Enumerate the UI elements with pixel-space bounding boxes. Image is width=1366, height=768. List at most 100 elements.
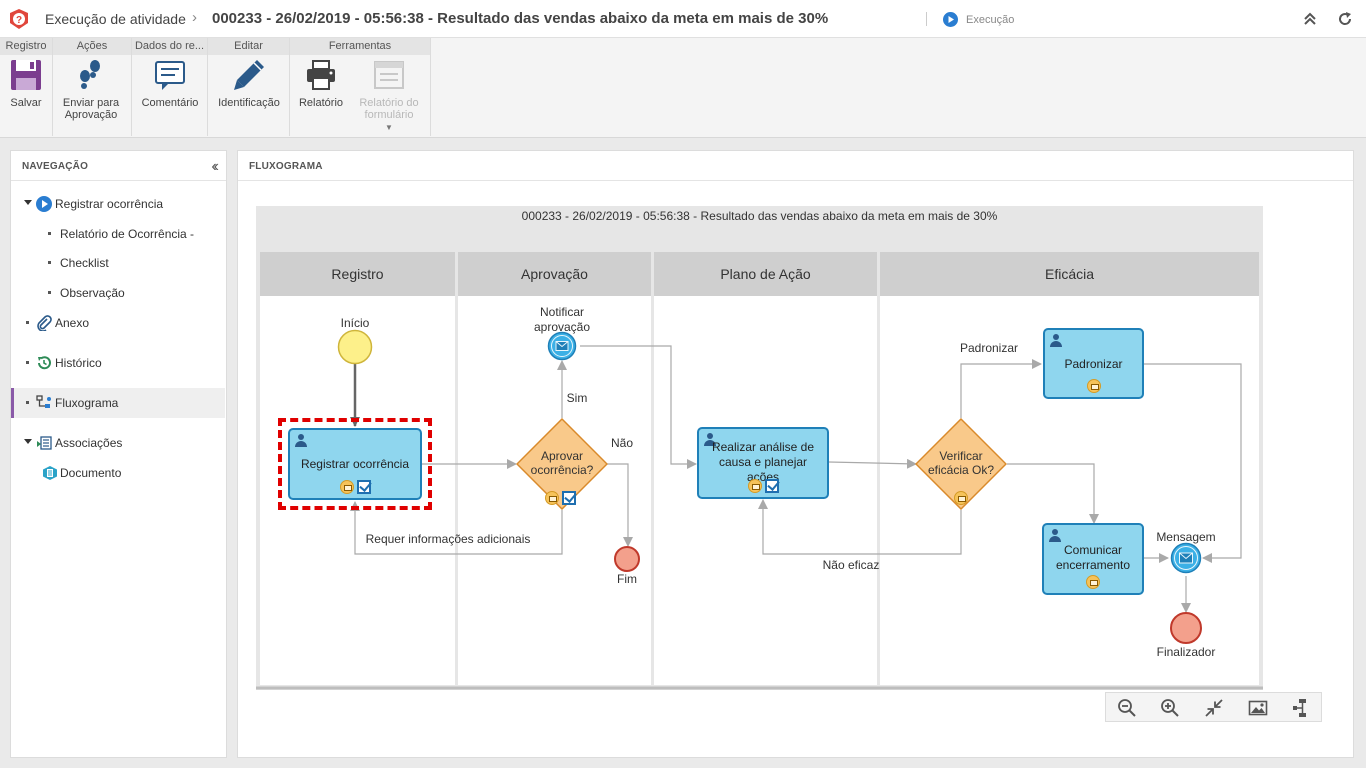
identification-button[interactable]: Identificação <box>212 58 286 109</box>
zoom-in-icon[interactable] <box>1160 698 1180 718</box>
nav-label: Documento <box>60 466 122 480</box>
start-event-label: Início <box>340 316 370 330</box>
bullet-icon <box>48 232 51 235</box>
layout-icon[interactable] <box>1292 698 1312 718</box>
message-event-notificar[interactable] <box>547 331 577 361</box>
user-icon <box>1050 334 1062 347</box>
flowchart-title: FLUXOGRAMA <box>238 151 1353 181</box>
form-report-label-2: formulário <box>364 109 414 121</box>
nav-label: Fluxograma <box>55 396 119 410</box>
bullet-icon <box>48 261 51 264</box>
bullet-icon <box>26 401 29 404</box>
task-padronizar[interactable]: Padronizar <box>1043 328 1144 399</box>
task-badges <box>699 478 827 494</box>
gateway-badges <box>545 489 576 507</box>
comment-icon <box>155 61 185 90</box>
dropdown-caret-icon: ▼ <box>385 123 393 132</box>
printer-icon <box>307 60 335 90</box>
end-event-finalizador[interactable] <box>1169 611 1203 645</box>
form-report-button[interactable]: Relatório do formulário ▼ <box>354 58 424 134</box>
status-label: Execução <box>966 14 1015 26</box>
zoom-out-icon[interactable] <box>1117 698 1137 718</box>
refresh-icon[interactable] <box>1336 10 1354 28</box>
nav-item-associacoes[interactable]: Associações <box>11 428 225 458</box>
message-event-mensagem[interactable] <box>1170 542 1202 574</box>
save-icon <box>11 60 41 90</box>
expand-caret-icon[interactable] <box>24 439 32 444</box>
nav-label: Associações <box>55 436 123 450</box>
nav-item-observacao[interactable]: Observação <box>11 278 225 308</box>
form-icon <box>954 490 968 505</box>
fit-screen-icon[interactable] <box>1204 698 1224 718</box>
ribbon-divider <box>131 38 132 136</box>
ribbon-group-dados: Dados do re... <box>132 38 207 55</box>
nav-label: Registrar ocorrência <box>55 197 164 211</box>
associations-icon <box>37 436 52 450</box>
footsteps-icon <box>80 60 100 89</box>
ribbon-group-registro: Registro <box>0 38 52 55</box>
ribbon-group-ferramentas: Ferramentas <box>290 38 430 55</box>
form-icon <box>1086 378 1101 393</box>
task-realizar-analise[interactable]: Realizar análise de causa e planejar açõ… <box>697 427 829 499</box>
play-icon <box>943 12 958 27</box>
ribbon-toolbar: Registro Ações Dados do re... Editar Fer… <box>0 38 1366 138</box>
nav-item-registrar[interactable]: Registrar ocorrência <box>11 189 225 219</box>
edge-label-nao-eficaz: Não eficaz <box>822 558 880 572</box>
expand-caret-icon[interactable] <box>24 200 32 205</box>
gateway-aprovar-label: Aprovar ocorrência? <box>530 449 594 477</box>
save-button[interactable]: Salvar <box>4 58 48 109</box>
task-registrar-ocorrencia[interactable]: Registrar ocorrência <box>288 428 422 500</box>
user-icon <box>295 434 307 447</box>
comment-button[interactable]: Comentário <box>136 58 204 109</box>
ribbon-divider <box>207 38 208 136</box>
record-title: 000233 - 26/02/2019 - 05:56:38 - Resulta… <box>212 10 829 27</box>
report-label: Relatório <box>298 97 344 109</box>
task-comunicar-encerramento[interactable]: Comunicar encerramento <box>1042 523 1144 595</box>
collapse-up-icon[interactable] <box>1301 10 1319 28</box>
nav-label: Checklist <box>60 256 109 270</box>
ribbon-divider <box>289 38 290 136</box>
end-event-fim-label: Fim <box>617 572 637 586</box>
navigation-title: NAVEGAÇÃO <box>11 151 226 181</box>
nav-item-relatorio[interactable]: Relatório de Ocorrência - <box>11 219 225 249</box>
edge-label-requer: Requer informações adicionais <box>365 532 531 546</box>
nav-label: Anexo <box>55 316 90 330</box>
start-event[interactable] <box>337 329 373 365</box>
nav-item-fluxograma[interactable]: Fluxograma <box>11 388 225 418</box>
task-label: Registrar ocorrência <box>300 456 410 471</box>
flowchart-diagram: 000233 - 26/02/2019 - 05:56:38 - Resulta… <box>256 206 1263 690</box>
gateway-badges <box>954 489 968 507</box>
edge-label-padronizar: Padronizar <box>959 341 1019 355</box>
form-report-label-1: Relatório do <box>359 97 419 109</box>
history-icon <box>38 356 51 370</box>
send-label-1: Enviar para <box>62 97 120 109</box>
nav-item-anexo[interactable]: Anexo <box>11 308 225 338</box>
task-badges <box>290 479 420 495</box>
form-icon <box>339 479 354 494</box>
ribbon-group-editar: Editar <box>208 38 289 55</box>
gateway-verificar-label: Verificar eficácia Ok? <box>927 449 995 477</box>
report-button[interactable]: Relatório <box>294 58 348 109</box>
send-approval-button[interactable]: Enviar para Aprovação <box>56 58 126 121</box>
task-label: Padronizar <box>1064 356 1123 371</box>
identification-label: Identificação <box>218 97 280 109</box>
breadcrumb-chevron-icon: › <box>192 9 197 26</box>
navigation-panel: NAVEGAÇÃO ‹‹ Registrar ocorrência Relató… <box>10 150 227 758</box>
nav-item-historico[interactable]: Histórico <box>11 348 225 378</box>
collapse-left-icon[interactable]: ‹‹ <box>211 158 218 176</box>
nav-item-checklist[interactable]: Checklist <box>11 248 225 278</box>
svg-text:?: ? <box>16 15 22 26</box>
flowchart-icon <box>36 395 51 408</box>
edge-label-nao: Não <box>610 436 633 450</box>
form-icon <box>545 490 559 505</box>
bullet-icon <box>48 291 51 294</box>
send-label-2: Aprovação <box>64 109 118 121</box>
bullet-icon <box>26 361 29 364</box>
export-image-icon[interactable] <box>1248 698 1268 718</box>
nav-item-documento[interactable]: Documento <box>11 458 225 488</box>
form-report-icon <box>374 61 404 89</box>
ribbon-divider <box>52 38 53 136</box>
end-event-fim[interactable] <box>613 545 641 573</box>
pencil-icon <box>234 60 264 90</box>
edge-label-sim: Sim <box>566 391 588 405</box>
